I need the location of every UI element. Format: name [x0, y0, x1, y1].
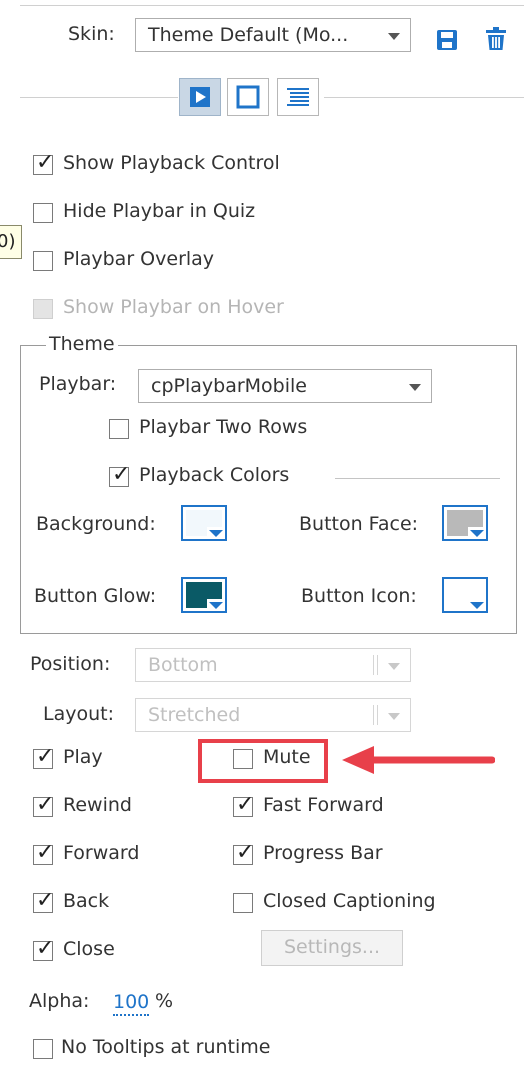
progress-bar-label: Progress Bar: [263, 842, 383, 864]
position-dropdown: Bottom: [135, 648, 411, 682]
hide-playbar-in-quiz-label: Hide Playbar in Quiz: [63, 200, 256, 222]
chevron-down-icon: [388, 713, 400, 720]
view-divider-right: [324, 97, 524, 98]
rewind-label: Rewind: [63, 794, 132, 816]
skin-dropdown[interactable]: Theme Default (Mo...: [135, 18, 411, 52]
button-icon-label: Button Icon:: [301, 585, 417, 607]
tooltip-text: 0): [0, 231, 16, 252]
check-icon: ✓: [36, 936, 55, 961]
layout-value: Stretched: [148, 704, 241, 726]
playback-view-button[interactable]: [179, 78, 221, 116]
playbar-dropdown[interactable]: cpPlaybarMobile: [138, 369, 432, 403]
show-playbar-on-hover-checkbox: [33, 299, 53, 319]
view-divider-left: [20, 97, 178, 98]
top-divider: [20, 5, 524, 6]
fast-forward-label: Fast Forward: [263, 794, 384, 816]
trash-icon[interactable]: [484, 27, 508, 51]
alpha-value[interactable]: 100: [113, 990, 150, 1016]
alpha-unit: %: [155, 990, 174, 1012]
save-icon[interactable]: [436, 29, 458, 51]
tooltip-fragment: 0): [0, 225, 22, 259]
check-icon: ✓: [236, 792, 255, 817]
playbar-overlay-label: Playbar Overlay: [63, 248, 215, 270]
check-icon: ✓: [36, 888, 55, 913]
button-face-label: Button Face:: [299, 513, 419, 535]
forward-checkbox[interactable]: ✓: [33, 841, 54, 865]
check-icon: ✓: [36, 150, 55, 175]
chevron-down-icon: [209, 602, 223, 609]
layout-label: Layout:: [43, 703, 114, 725]
check-icon: ✓: [36, 792, 55, 817]
theme-legend: Theme: [46, 333, 118, 355]
hide-playbar-in-quiz-checkbox[interactable]: [33, 203, 53, 223]
button-glow-label: Button Glow:: [34, 585, 157, 607]
alpha-label: Alpha:: [29, 990, 90, 1012]
dropdown-separator: [377, 705, 378, 725]
playbar-value: cpPlaybarMobile: [151, 375, 307, 397]
toc-view-button[interactable]: [277, 78, 319, 116]
show-playbar-on-hover-label: Show Playbar on Hover: [63, 296, 284, 318]
skin-value: Theme Default (Mo...: [148, 24, 349, 46]
button-glow-color-swatch[interactable]: [181, 577, 227, 613]
dropdown-separator: [373, 655, 374, 675]
check-icon: ✓: [236, 840, 255, 865]
close-checkbox[interactable]: ✓: [33, 937, 54, 961]
forward-label: Forward: [63, 842, 140, 864]
settings-button-label: Settings...: [283, 936, 381, 958]
position-value: Bottom: [148, 654, 218, 676]
chevron-down-icon: [470, 602, 484, 609]
check-icon: ✓: [112, 462, 131, 487]
play-checkbox[interactable]: ✓: [33, 745, 54, 769]
back-checkbox[interactable]: ✓: [33, 889, 54, 913]
play-label: Play: [63, 746, 103, 768]
chevron-down-icon: [388, 663, 400, 670]
rewind-checkbox[interactable]: ✓: [33, 793, 54, 817]
back-label: Back: [63, 890, 110, 912]
check-icon: ✓: [36, 744, 55, 769]
skin-label: Skin:: [68, 23, 115, 45]
position-label: Position:: [30, 653, 111, 675]
square-icon: [236, 85, 260, 109]
border-view-button[interactable]: [227, 78, 269, 116]
background-label: Background:: [36, 513, 156, 535]
play-icon: [190, 87, 210, 107]
list-icon: [287, 88, 309, 106]
chevron-down-icon: [209, 530, 223, 537]
playback-colors-checkbox[interactable]: ✓: [109, 463, 130, 487]
fast-forward-checkbox[interactable]: ✓: [233, 793, 254, 817]
dropdown-separator: [377, 655, 378, 675]
closed-captioning-checkbox[interactable]: [233, 893, 253, 913]
playbar-label: Playbar:: [39, 373, 117, 395]
playback-colors-label: Playback Colors: [139, 464, 290, 486]
settings-button: Settings...: [261, 930, 403, 966]
layout-dropdown: Stretched: [135, 698, 411, 732]
button-face-color-swatch[interactable]: [442, 505, 488, 541]
chevron-down-icon: [388, 33, 400, 40]
progress-bar-checkbox[interactable]: ✓: [233, 841, 254, 865]
mute-highlight-box: [198, 739, 328, 783]
red-arrow-icon: [342, 746, 495, 774]
button-icon-color-swatch[interactable]: [442, 577, 488, 613]
playback-colors-divider: [335, 478, 500, 479]
no-tooltips-checkbox[interactable]: [33, 1039, 53, 1059]
check-icon: ✓: [36, 840, 55, 865]
no-tooltips-label: No Tooltips at runtime: [61, 1036, 271, 1058]
background-color-swatch[interactable]: [181, 505, 227, 541]
chevron-down-icon: [409, 384, 421, 391]
close-label: Close: [63, 938, 115, 960]
dropdown-separator: [373, 705, 374, 725]
show-playback-control-checkbox[interactable]: ✓: [33, 151, 54, 175]
closed-captioning-label: Closed Captioning: [263, 890, 436, 912]
playbar-two-rows-checkbox[interactable]: [109, 419, 129, 439]
show-playback-control-label: Show Playback Control: [63, 152, 280, 174]
chevron-down-icon: [470, 530, 484, 537]
playbar-overlay-checkbox[interactable]: [33, 251, 53, 271]
playbar-two-rows-label: Playbar Two Rows: [139, 416, 308, 438]
